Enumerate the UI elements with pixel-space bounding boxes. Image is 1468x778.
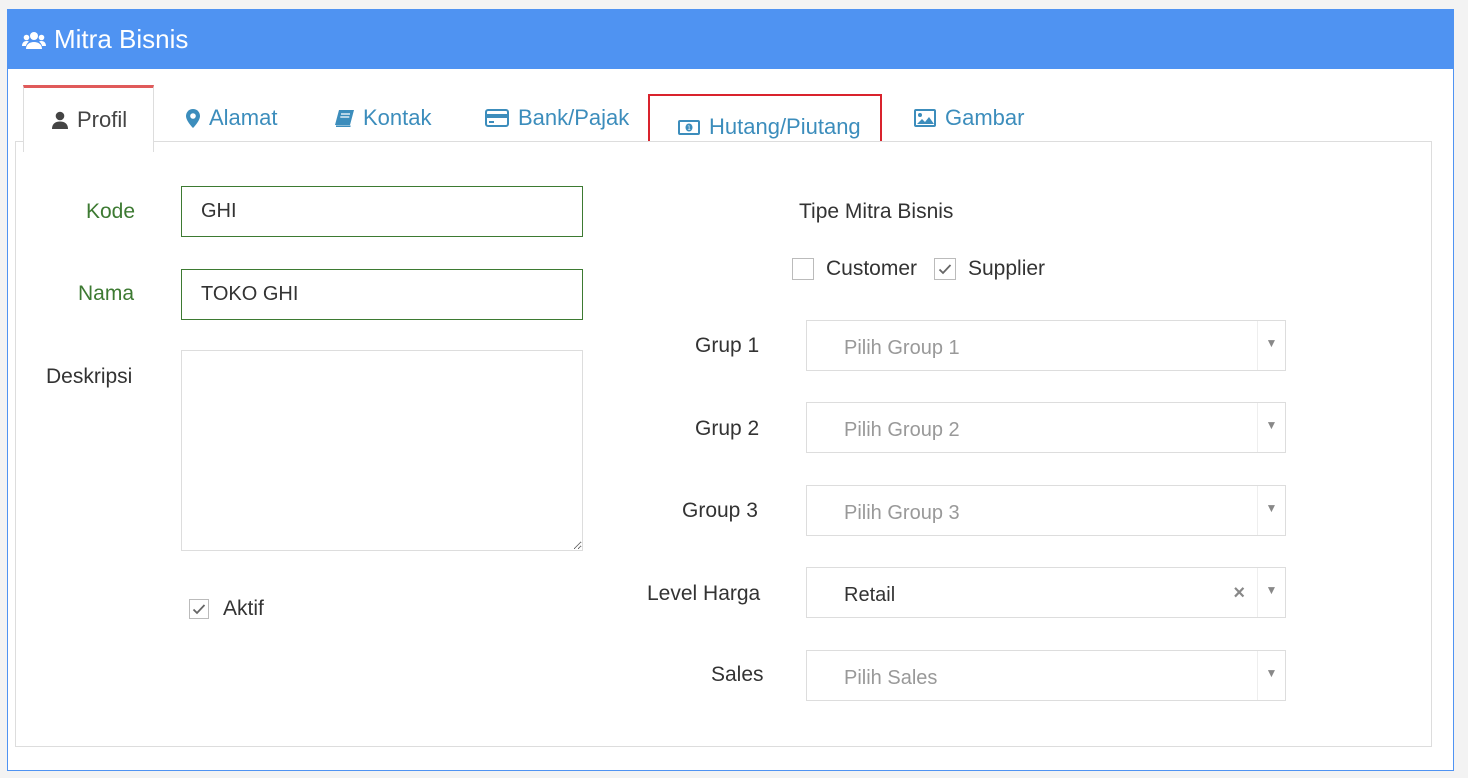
sales-placeholder: Pilih Sales bbox=[844, 667, 938, 689]
tab-profil[interactable]: Profil bbox=[23, 85, 154, 152]
aktif-label: Aktif bbox=[223, 597, 264, 620]
clear-icon[interactable]: × bbox=[1233, 582, 1245, 605]
nama-label: Nama bbox=[78, 282, 135, 305]
panel-title: Mitra Bisnis bbox=[54, 24, 189, 54]
profil-tab-content: Kode Nama Deskripsi Aktif Tipe Mitra Bis… bbox=[15, 141, 1432, 747]
book-icon bbox=[335, 109, 354, 127]
grup1-placeholder: Pilih Group 1 bbox=[844, 337, 960, 359]
grup1-label: Grup 1 bbox=[695, 334, 760, 357]
image-icon bbox=[914, 109, 936, 127]
deskripsi-label: Deskripsi bbox=[46, 365, 133, 388]
supplier-label: Supplier bbox=[968, 257, 1046, 280]
grup2-placeholder: Pilih Group 2 bbox=[844, 419, 960, 441]
nama-input[interactable] bbox=[181, 269, 583, 320]
supplier-checkbox[interactable] bbox=[934, 258, 956, 280]
level-harga-select[interactable]: Retail × ▼ bbox=[806, 567, 1286, 618]
grup2-select[interactable]: Pilih Group 2 ▼ bbox=[806, 402, 1286, 453]
group3-select[interactable]: Pilih Group 3 ▼ bbox=[806, 485, 1286, 536]
kode-input[interactable] bbox=[181, 186, 583, 237]
group3-label: Group 3 bbox=[682, 499, 758, 522]
tab-label: Gambar bbox=[945, 105, 1025, 130]
group3-placeholder: Pilih Group 3 bbox=[844, 502, 960, 524]
tipe-mitra-title: Tipe Mitra Bisnis bbox=[799, 200, 954, 223]
users-icon bbox=[22, 31, 46, 49]
aktif-checkbox[interactable] bbox=[189, 599, 209, 619]
sales-select[interactable]: Pilih Sales ▼ bbox=[806, 650, 1286, 701]
customer-label: Customer bbox=[826, 257, 918, 280]
check-icon bbox=[192, 604, 206, 615]
level-harga-value: Retail bbox=[844, 584, 896, 606]
panel-header: Mitra Bisnis bbox=[8, 10, 1453, 69]
kode-label: Kode bbox=[86, 200, 136, 223]
map-marker-icon bbox=[186, 108, 200, 128]
svg-text:1: 1 bbox=[687, 125, 691, 132]
tab-label: Kontak bbox=[363, 105, 432, 130]
tab-label: Alamat bbox=[209, 105, 278, 130]
chevron-down-icon[interactable]: ▼ bbox=[1257, 651, 1285, 700]
money-icon: 1 bbox=[678, 119, 700, 135]
customer-checkbox[interactable] bbox=[792, 258, 814, 280]
tab-label: Bank/Pajak bbox=[518, 105, 630, 130]
credit-card-icon bbox=[485, 109, 509, 127]
user-icon bbox=[52, 111, 68, 129]
chevron-down-icon[interactable]: ▼ bbox=[1257, 321, 1285, 370]
tab-label: Hutang/Piutang bbox=[709, 114, 861, 139]
grup1-select[interactable]: Pilih Group 1 ▼ bbox=[806, 320, 1286, 371]
chevron-down-icon[interactable]: ▼ bbox=[1257, 568, 1285, 617]
sales-label: Sales bbox=[711, 663, 764, 686]
level-harga-label: Level Harga bbox=[647, 582, 761, 605]
check-icon bbox=[938, 264, 952, 275]
grup2-label: Grup 2 bbox=[695, 417, 760, 440]
chevron-down-icon[interactable]: ▼ bbox=[1257, 486, 1285, 535]
deskripsi-textarea[interactable] bbox=[181, 350, 583, 551]
tab-label: Profil bbox=[77, 107, 128, 132]
chevron-down-icon[interactable]: ▼ bbox=[1257, 403, 1285, 452]
